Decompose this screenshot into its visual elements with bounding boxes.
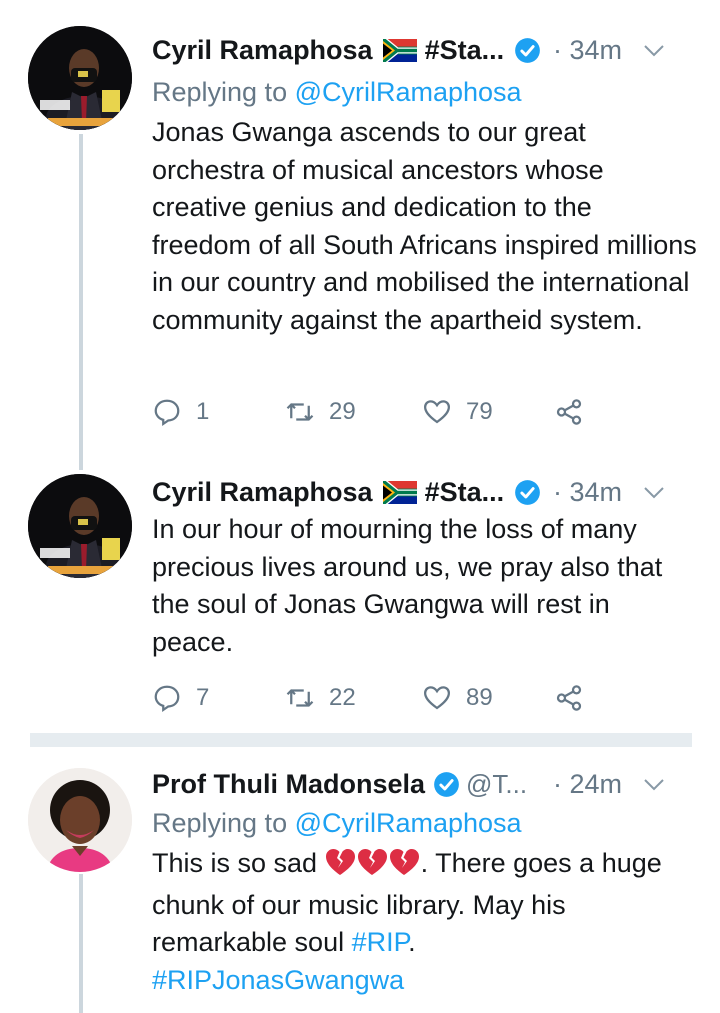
share-button[interactable] xyxy=(554,394,584,430)
reply-button[interactable]: 1 xyxy=(152,394,209,430)
thread-line xyxy=(79,874,83,1013)
like-button[interactable]: 79 xyxy=(422,394,493,430)
timestamp[interactable]: · 24m xyxy=(553,764,622,804)
tweet-header: Cyril Ramaphosa #Sta... xyxy=(152,30,541,70)
like-count: 89 xyxy=(466,684,493,711)
verified-badge-icon xyxy=(515,37,540,63)
reply-icon xyxy=(154,685,180,712)
author-name[interactable]: Prof Thuli Madonsela xyxy=(152,769,425,800)
action-bar: 7 22 89 xyxy=(152,680,622,716)
chevron-down-icon[interactable] xyxy=(643,778,665,792)
timestamp[interactable]: · 34m xyxy=(553,30,622,70)
avatar-image xyxy=(28,768,132,872)
chevron-down-icon[interactable] xyxy=(643,486,665,500)
verified-badge-icon xyxy=(515,479,540,505)
replying-to: Replying to @CyrilRamaphosa xyxy=(152,72,522,112)
tweet-divider xyxy=(30,733,692,747)
author-name[interactable]: Cyril Ramaphosa xyxy=(152,477,373,508)
replying-to-label: Replying to xyxy=(152,77,295,107)
avatar-image xyxy=(28,474,132,578)
tweet-header: Prof Thuli Madonsela @T... xyxy=(152,764,527,804)
avatar[interactable] xyxy=(28,26,132,130)
reply-icon xyxy=(154,399,180,426)
share-icon xyxy=(556,399,582,425)
author-handle[interactable]: @T... xyxy=(466,769,527,800)
author-tag: #Sta... xyxy=(424,476,505,507)
share-icon xyxy=(556,685,582,711)
avatar[interactable] xyxy=(28,768,132,872)
thread-line xyxy=(79,134,83,470)
share-button[interactable] xyxy=(554,680,584,716)
retweet-button[interactable]: 29 xyxy=(285,394,356,430)
like-button[interactable]: 89 xyxy=(422,680,493,716)
like-count: 79 xyxy=(466,398,493,425)
reply-count: 1 xyxy=(196,398,210,425)
timestamp[interactable]: · 34m xyxy=(553,472,622,512)
tweet-header: Cyril Ramaphosa #Sta... xyxy=(152,472,541,512)
mention-link[interactable]: @CyrilRamaphosa xyxy=(295,808,522,838)
replying-to-label: Replying to xyxy=(152,808,295,838)
reply-button[interactable]: 7 xyxy=(152,680,209,716)
heart-icon xyxy=(423,686,451,710)
retweet-icon xyxy=(286,403,314,421)
south-africa-flag-icon xyxy=(382,38,417,62)
broken-heart-icon xyxy=(325,849,419,875)
replying-to: Replying to @CyrilRamaphosa xyxy=(152,803,522,843)
hashtag-link[interactable]: #RIPJonasGwangwa xyxy=(152,965,404,995)
heart-icon xyxy=(423,400,451,424)
avatar-image xyxy=(28,26,132,130)
retweet-count: 22 xyxy=(329,684,356,711)
mention-link[interactable]: @CyrilRamaphosa xyxy=(295,77,522,107)
tweet-text-part: This is so sad xyxy=(152,848,318,878)
verified-badge-icon xyxy=(434,771,459,797)
tweet-text: This is so sad . There goes a huge chunk… xyxy=(152,845,697,999)
avatar[interactable] xyxy=(28,474,132,578)
south-africa-flag-icon xyxy=(382,480,417,504)
author-tag: #Sta... xyxy=(424,34,505,65)
tweet-text: Jonas Gwanga ascends to our great orches… xyxy=(152,117,697,335)
hashtag-link[interactable]: #RIP xyxy=(352,927,409,957)
broken-heart-emoji-group xyxy=(325,848,421,887)
tweet-text-part: . xyxy=(408,927,416,957)
retweet-count: 29 xyxy=(329,398,356,425)
author-name[interactable]: Cyril Ramaphosa xyxy=(152,35,373,66)
reply-count: 7 xyxy=(196,684,210,711)
retweet-icon xyxy=(286,689,314,707)
tweet-text: In our hour of mourning the loss of many… xyxy=(152,514,663,657)
retweet-button[interactable]: 22 xyxy=(285,680,356,716)
action-bar: 1 29 79 xyxy=(152,394,622,430)
chevron-down-icon[interactable] xyxy=(643,44,665,58)
